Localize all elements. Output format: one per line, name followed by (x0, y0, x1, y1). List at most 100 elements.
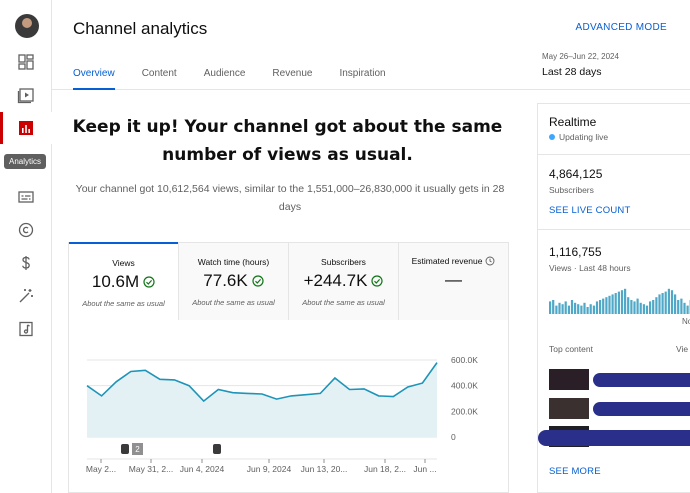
hourly-bar[interactable] (674, 294, 677, 314)
metric-card-watch-time[interactable]: Watch time (hours) 77.6K About the same … (178, 243, 288, 320)
period-selector[interactable]: Last 28 days (542, 66, 602, 78)
content-icon[interactable] (17, 86, 35, 104)
hourly-bar[interactable] (655, 297, 658, 314)
clock-icon (485, 256, 495, 266)
hourly-bar[interactable] (683, 302, 686, 314)
tab-inspiration[interactable]: Inspiration (339, 68, 385, 90)
hourly-bar[interactable] (589, 304, 592, 314)
channel-avatar[interactable] (15, 14, 39, 38)
metric-note: About the same as usual (302, 298, 385, 307)
x-tick-label: May 31, 2... (129, 464, 173, 474)
metric-value: +244.7K (303, 271, 368, 290)
tab-revenue[interactable]: Revenue (272, 68, 312, 90)
advanced-mode-button[interactable]: ADVANCED MODE (575, 22, 667, 33)
hourly-bar[interactable] (574, 302, 577, 314)
hourly-bar[interactable] (605, 297, 608, 314)
video-marker-icon[interactable] (213, 444, 221, 454)
video-thumbnail[interactable] (549, 369, 589, 390)
divider (538, 229, 690, 230)
y-tick-label: 0 (451, 432, 456, 442)
hourly-bar[interactable] (580, 305, 583, 314)
x-tick-label: Jun 13, 20... (301, 464, 348, 474)
hourly-bar[interactable] (608, 295, 611, 314)
hourly-bar[interactable] (583, 302, 586, 314)
hourly-bar[interactable] (686, 305, 689, 314)
hourly-bar[interactable] (592, 305, 595, 314)
hourly-bar[interactable] (664, 291, 667, 314)
metric-card-subscribers[interactable]: Subscribers +244.7K About the same as us… (288, 243, 398, 320)
audio-library-icon[interactable] (17, 320, 35, 338)
hourly-bar[interactable] (667, 288, 670, 314)
y-tick-label: 200.0K (451, 406, 478, 416)
hourly-bar[interactable] (627, 297, 630, 314)
see-live-count-link[interactable]: SEE LIVE COUNT (549, 205, 630, 216)
video-thumbnail[interactable] (549, 398, 589, 419)
tab-overview[interactable]: Overview (73, 68, 115, 90)
hourly-bar[interactable] (586, 307, 589, 314)
metric-card-views[interactable]: Views 10.6M About the same as usual (69, 242, 178, 320)
metric-note: About the same as usual (82, 299, 165, 308)
hourly-bar[interactable] (620, 290, 624, 314)
video-marker-icon[interactable] (121, 444, 129, 454)
metric-card-revenue[interactable]: Estimated revenue — (398, 243, 508, 320)
see-more-link[interactable]: SEE MORE (549, 466, 601, 477)
subtitles-icon[interactable] (17, 188, 35, 206)
hourly-bar[interactable] (611, 294, 614, 314)
hourly-bar[interactable] (567, 305, 570, 314)
x-tick-label: Jun 4, 2024 (180, 464, 225, 474)
divider (538, 154, 690, 155)
nav-analytics[interactable] (0, 112, 52, 144)
dashboard-icon[interactable] (17, 53, 35, 71)
views-column-label: Vie (676, 344, 689, 354)
page-title: Channel analytics (73, 19, 208, 38)
hourly-bar[interactable] (595, 301, 599, 314)
hourly-bar[interactable] (636, 298, 639, 314)
hourly-bar[interactable] (614, 293, 617, 314)
hourly-bar[interactable] (680, 298, 683, 314)
subscriber-count: 4,864,125 (549, 167, 603, 181)
redacted-title (593, 402, 690, 416)
hourly-views-bars[interactable] (549, 284, 690, 314)
hourly-bar[interactable] (652, 300, 655, 314)
tab-audience[interactable]: Audience (204, 68, 246, 90)
hourly-bar[interactable] (670, 290, 674, 314)
hourly-bar[interactable] (642, 304, 645, 314)
views-chart-card: 600.0K 400.0K 200.0K 0 2 May 2... May 31, 2...… (68, 320, 509, 493)
tab-content[interactable]: Content (142, 68, 177, 90)
hourly-bar[interactable] (549, 301, 552, 314)
hourly-bar[interactable] (658, 294, 661, 314)
hourly-bar[interactable] (570, 300, 574, 314)
hourly-bar[interactable] (617, 291, 620, 314)
hourly-bar[interactable] (564, 301, 567, 314)
hourly-bar[interactable] (602, 298, 605, 314)
copyright-icon[interactable] (17, 221, 35, 239)
check-circle-icon (252, 275, 264, 287)
views-48h-count: 1,116,755 (549, 245, 602, 259)
hourly-bar[interactable] (677, 300, 680, 314)
hourly-bar[interactable] (661, 293, 664, 314)
hourly-bar[interactable] (633, 301, 636, 314)
redacted-title (593, 373, 690, 387)
hourly-bar[interactable] (649, 301, 652, 314)
hourly-bar[interactable] (561, 304, 564, 314)
views-48h-label: Views · Last 48 hours (549, 263, 631, 273)
subscriber-label: Subscribers (549, 185, 594, 195)
metric-label: Views (112, 258, 135, 268)
hourly-bar[interactable] (577, 304, 580, 314)
hourly-bar[interactable] (639, 302, 642, 314)
check-circle-icon (371, 275, 384, 287)
hourly-bar[interactable] (645, 305, 649, 314)
customization-icon[interactable] (17, 287, 35, 305)
hourly-bar[interactable] (599, 300, 602, 314)
earn-icon[interactable] (17, 254, 35, 272)
views-chart[interactable]: 600.0K 400.0K 200.0K 0 2 May 2... May 31, 2...… (69, 320, 510, 493)
hourly-bar[interactable] (558, 302, 561, 314)
left-nav-rail: Analytics (0, 0, 52, 493)
analytics-tooltip: Analytics (4, 154, 47, 169)
hourly-bar[interactable] (555, 305, 558, 314)
check-circle-icon (143, 276, 155, 288)
hourly-bar[interactable] (552, 300, 555, 314)
hourly-bar[interactable] (630, 300, 633, 314)
hourly-bar[interactable] (624, 288, 627, 314)
date-range[interactable]: May 26–Jun 22, 2024 (542, 52, 619, 61)
